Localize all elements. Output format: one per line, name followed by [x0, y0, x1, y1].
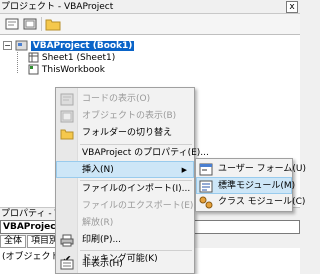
menu-item-toggle-folders[interactable]: フォルダーの切り替え — [56, 125, 194, 142]
view-code-icon — [5, 18, 19, 30]
menu-item-print[interactable]: 印刷(P)... — [56, 232, 194, 249]
view-object-icon — [23, 18, 37, 30]
tree-node-label-root: VBAProject (Book1) — [30, 41, 135, 51]
submenu-item-class-module[interactable]: クラス モジュール(C) — [196, 194, 305, 211]
submenu-item-label: 標準モジュール(M) — [218, 181, 296, 191]
module-icon — [199, 180, 213, 193]
menu-item-label: 非表示(H) — [82, 259, 123, 269]
menu-item-label: オブジェクトの表示(B) — [82, 111, 177, 121]
menu-item-import-file[interactable]: ファイルのインポート(I)... — [56, 181, 194, 198]
menu-item-insert[interactable]: 挿入(N) ▶ — [56, 161, 194, 178]
folder-icon — [60, 129, 74, 140]
code-view-icon — [60, 93, 74, 106]
folder-icon — [45, 19, 61, 31]
context-menu: コードの表示(O) オブジェクトの表示(B) フォルダーの切り替え VBAPro… — [55, 87, 209, 274]
tree-node-vbaproject[interactable]: − VBAProject (Book1) — [3, 40, 135, 52]
menu-item-label: 挿入(N) — [82, 165, 114, 175]
menu-item-label: 解放(R) — [82, 218, 114, 228]
project-icon — [15, 40, 28, 51]
menu-item-label: コードの表示(O) — [82, 94, 151, 104]
userform-icon — [199, 163, 213, 176]
menu-item-export-file[interactable]: ファイルのエクスポート(E)... — [56, 198, 202, 215]
tree-node-sheet1[interactable]: Sheet1 (Sheet1) — [28, 52, 115, 64]
menu-item-view-object[interactable]: オブジェクトの表示(B) — [56, 108, 194, 125]
menu-item-label: ファイルのエクスポート(E)... — [82, 201, 203, 211]
submenu-arrow-icon: ▶ — [181, 166, 187, 174]
tab-alphabetic-label: 全体 — [4, 236, 23, 246]
toggle-folders-button[interactable] — [45, 17, 61, 31]
submenu-item-label: ユーザー フォーム(U) — [218, 164, 307, 174]
menu-item-project-properties[interactable]: VBAProject のプロパティ(E)... — [56, 145, 209, 162]
class-module-icon — [199, 196, 213, 209]
view-object-button[interactable] — [22, 17, 38, 31]
collapse-icon[interactable]: − — [3, 41, 12, 50]
menu-item-label: ファイルのインポート(I)... — [82, 184, 191, 194]
menu-item-hide[interactable]: 非表示(H) — [56, 256, 194, 273]
toolbar-divider — [41, 17, 42, 31]
object-view-icon — [60, 110, 74, 123]
project-window-title: プロジェクト - VBAProject — [1, 2, 114, 12]
view-code-button[interactable] — [4, 17, 20, 31]
insert-submenu: ユーザー フォーム(U) 標準モジュール(M) クラス モジュール(C) — [195, 158, 306, 212]
sheet-icon — [28, 52, 39, 63]
project-window-titlebar[interactable]: プロジェクト - VBAProject x — [0, 0, 300, 14]
submenu-item-userform[interactable]: ユーザー フォーム(U) — [196, 161, 306, 178]
submenu-item-standard-module[interactable]: 標準モジュール(M) — [196, 177, 296, 194]
hide-icon — [60, 259, 74, 270]
menu-item-label: フォルダーの切り替え — [82, 128, 173, 138]
workbook-icon — [28, 64, 39, 75]
menu-item-view-code[interactable]: コードの表示(O) — [56, 91, 194, 108]
tab-alphabetic[interactable]: 全体 — [0, 235, 27, 248]
tree-line — [17, 52, 18, 73]
close-icon: x — [289, 2, 295, 12]
close-button[interactable]: x — [286, 1, 298, 13]
tree-node-thisworkbook[interactable]: ThisWorkbook — [28, 64, 105, 76]
project-toolbar — [0, 14, 300, 35]
print-icon — [60, 234, 74, 247]
menu-item-label: 印刷(P)... — [82, 235, 122, 245]
submenu-item-label: クラス モジュール(C) — [218, 197, 306, 207]
menu-item-remove[interactable]: 解放(R) — [56, 215, 194, 232]
tab-categorized-label: 項目別 — [31, 236, 59, 246]
menu-item-label: VBAProject のプロパティ(E)... — [82, 148, 209, 158]
tree-node-label-thisworkbook: ThisWorkbook — [41, 65, 105, 75]
tree-node-label-sheet1: Sheet1 (Sheet1) — [41, 53, 116, 63]
